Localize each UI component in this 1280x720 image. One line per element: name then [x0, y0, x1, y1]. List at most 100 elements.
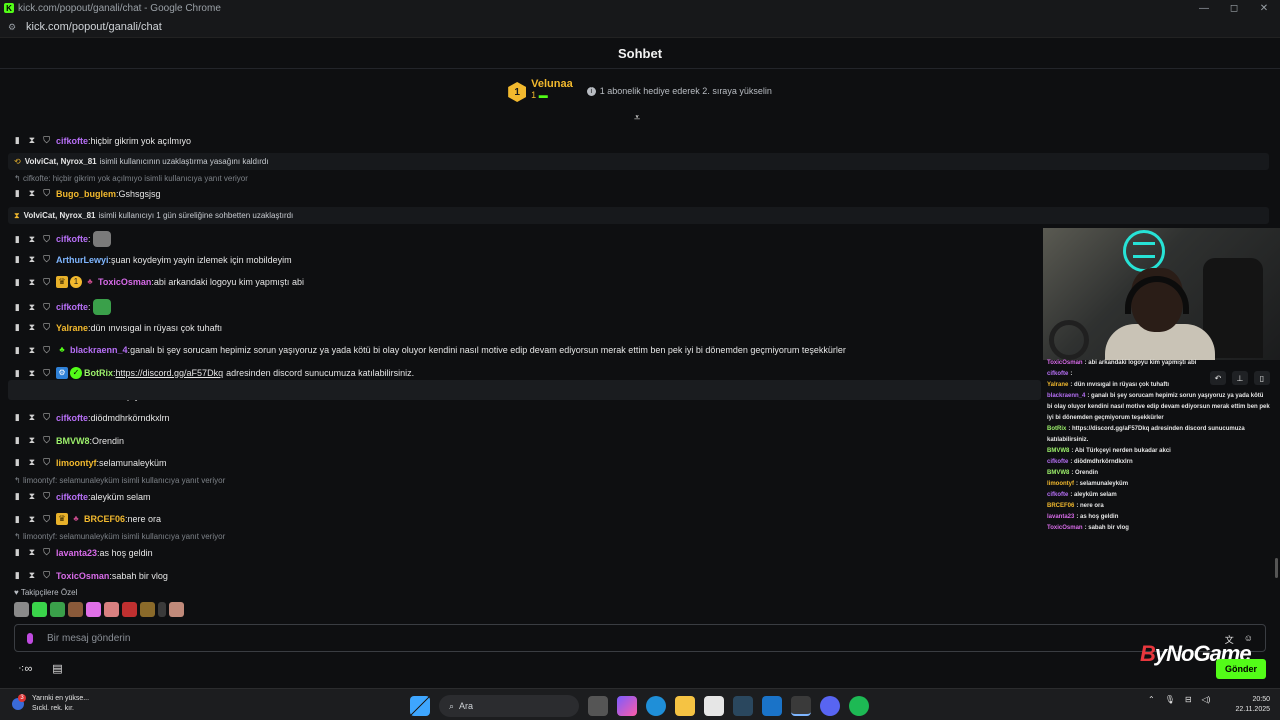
- emote-icon[interactable]: [32, 602, 47, 617]
- chat-message[interactable]: ▮ ⧗ ⛉ cifkofte: hiçbir gikrim yok açılmıyo: [14, 135, 191, 146]
- start-icon[interactable]: [410, 696, 430, 716]
- chat-message[interactable]: ▮ ⧗ ⛉ cifkofte:: [14, 299, 111, 315]
- mic-icon[interactable]: [27, 632, 33, 644]
- emote-bar[interactable]: [14, 602, 184, 617]
- chat-message[interactable]: ▮ ⧗ ⛉ ♣ blackraenn_4: ganalı bi şey sorucam …: [14, 344, 846, 356]
- chat-username[interactable]: cifkofte: [56, 492, 88, 502]
- outlook-icon[interactable]: [762, 696, 782, 716]
- edge-icon[interactable]: [646, 696, 666, 716]
- ban-icon[interactable]: ⛉: [43, 254, 50, 265]
- chat-settings-icon[interactable]: ⁖∞: [18, 662, 32, 675]
- delete-message-icon[interactable]: ▮: [14, 135, 21, 146]
- store-icon[interactable]: ▤: [52, 662, 62, 675]
- delete-message-icon[interactable]: ▮: [14, 302, 21, 313]
- chat-username[interactable]: Yalrane: [56, 323, 88, 333]
- minimize-icon[interactable]: —: [1188, 0, 1220, 16]
- emote-icon[interactable]: [122, 602, 137, 617]
- timeout-icon[interactable]: ⧗: [29, 234, 36, 245]
- chat-username[interactable]: cifkofte: [56, 413, 88, 423]
- delete-message-icon[interactable]: ▮: [14, 322, 21, 333]
- message-input[interactable]: Bir mesaj gönderin 文 ☺: [14, 624, 1266, 652]
- emote-icon[interactable]: [158, 602, 166, 617]
- ban-icon[interactable]: ⛉: [43, 570, 50, 581]
- chat-message[interactable]: ▮ ⧗ ⛉ Yalrane: dün ınvısıgal in rüyası çok …: [14, 322, 222, 333]
- tray-chevron-icon[interactable]: ⌃: [1148, 695, 1155, 704]
- timeout-icon[interactable]: ⧗: [29, 435, 36, 446]
- taskbar-search[interactable]: ⌕ Ara: [439, 695, 579, 717]
- emote-icon[interactable]: [104, 602, 119, 617]
- volume-icon[interactable]: ◁): [1202, 695, 1211, 704]
- chat-username[interactable]: BMVW8: [56, 436, 90, 446]
- chat-message[interactable]: ▮ ⧗ ⛉ ToxicOsman: sabah bir vlog: [14, 570, 168, 581]
- ban-icon[interactable]: ⛉: [43, 547, 50, 558]
- emote-icon[interactable]: [14, 602, 29, 617]
- clock[interactable]: 20:50 22.11.2025: [1228, 695, 1270, 715]
- chat-message[interactable]: ▮ ⧗ ⛉ cifkofte: diödmdhrkörndkxlrn: [14, 412, 170, 423]
- delete-message-icon[interactable]: ▮: [14, 345, 21, 356]
- url-text[interactable]: kick.com/popout/ganali/chat: [26, 21, 162, 33]
- ban-icon[interactable]: ⛉: [43, 514, 50, 525]
- chat-message[interactable]: ▮ ⧗ ⛉ cifkofte: aleyküm selam: [14, 491, 151, 502]
- ban-icon[interactable]: ⛉: [43, 322, 50, 333]
- timeout-icon[interactable]: ⧗: [29, 188, 36, 199]
- reply-context[interactable]: ↰ limoontyf: selamunaleyküm isimli kulla…: [14, 476, 225, 485]
- emote-icon[interactable]: [169, 602, 184, 617]
- maximize-icon[interactable]: ◻: [1218, 0, 1250, 16]
- timeout-icon[interactable]: ⧗: [29, 277, 36, 288]
- emote-icon[interactable]: [68, 602, 83, 617]
- emote-icon[interactable]: [50, 602, 65, 617]
- delete-icon[interactable]: ▯: [1254, 371, 1270, 385]
- ban-icon[interactable]: ⛉: [43, 135, 50, 146]
- close-icon[interactable]: ✕: [1248, 0, 1280, 16]
- address-bar[interactable]: ⚙ kick.com/popout/ganali/chat: [0, 16, 1280, 38]
- delete-message-icon[interactable]: ▮: [14, 277, 21, 288]
- system-actors[interactable]: VolviCat, Nyrox_81: [25, 157, 97, 166]
- ban-icon[interactable]: ⛉: [43, 234, 50, 245]
- delete-message-icon[interactable]: ▮: [14, 234, 21, 245]
- delete-message-icon[interactable]: ▮: [14, 188, 21, 199]
- chat-username[interactable]: limoontyf: [56, 458, 97, 468]
- timeout-icon[interactable]: ⧗: [29, 302, 36, 313]
- chat-link[interactable]: https://discord.gg/aF57Dkq: [116, 368, 224, 378]
- message-placeholder[interactable]: Bir mesaj gönderin: [47, 633, 130, 644]
- pin-icon[interactable]: ⊥: [1232, 371, 1248, 385]
- copilot-icon[interactable]: [617, 696, 637, 716]
- chat-message[interactable]: ▮ ⧗ ⛉ ArthurLewyi: şuan koydeyim yayin izle…: [14, 254, 292, 265]
- network-icon[interactable]: ⊟: [1185, 695, 1192, 704]
- top-gifter-name[interactable]: Velunaa: [531, 78, 573, 90]
- ban-icon[interactable]: ⛉: [43, 491, 50, 502]
- timeout-icon[interactable]: ⧗: [29, 457, 36, 468]
- reply-icon[interactable]: ↶: [1210, 371, 1226, 385]
- chat-username[interactable]: BRCEF06: [84, 514, 125, 524]
- steam-icon[interactable]: [733, 696, 753, 716]
- emote-icon[interactable]: [86, 602, 101, 617]
- ban-icon[interactable]: ⛉: [43, 435, 50, 446]
- timeout-icon[interactable]: ⧗: [29, 547, 36, 558]
- delete-message-icon[interactable]: ▮: [14, 368, 21, 379]
- chat-message[interactable]: ▮ ⧗ ⛉ lavanta23: as hoş geldin: [14, 547, 153, 558]
- chat-message[interactable]: ▮ ⧗ ⛉ cifkofte:: [14, 231, 111, 247]
- site-info-icon[interactable]: ⚙: [8, 22, 20, 32]
- chat-message[interactable]: ▮ ⧗ ⛉ Bugo_buglem: Gshsgsjsg: [14, 188, 161, 199]
- scrollbar[interactable]: [1275, 558, 1278, 578]
- timeout-icon[interactable]: ⧗: [29, 570, 36, 581]
- chat-username[interactable]: lavanta23: [56, 548, 97, 558]
- timeout-icon[interactable]: ⧗: [29, 254, 36, 265]
- chat-username[interactable]: cifkofte: [56, 302, 88, 312]
- weather-widget[interactable]: Yarınki en yükse... Sıckl. rek. kır.: [12, 694, 89, 714]
- task-view-icon[interactable]: [588, 696, 608, 716]
- chat-message[interactable]: ▮ ⧗ ⛉ ♛ 1 ♣ ToxicOsman: abi arkandaki logoyu k…: [14, 276, 304, 288]
- chrome-icon[interactable]: [791, 696, 811, 716]
- delete-message-icon[interactable]: ▮: [14, 457, 21, 468]
- file-explorer-icon[interactable]: [675, 696, 695, 716]
- microphone-icon[interactable]: 🎙: [1165, 695, 1175, 704]
- emote-icon[interactable]: [140, 602, 155, 617]
- discord-icon[interactable]: [820, 696, 840, 716]
- ban-icon[interactable]: ⛉: [43, 188, 50, 199]
- top-gifter-user[interactable]: Velunaa 1 ▬: [531, 78, 573, 100]
- delete-message-icon[interactable]: ▮: [14, 491, 21, 502]
- chat-message[interactable]: ▮ ⧗ ⛉ ♛ ♣ BRCEF06: nere ora: [14, 513, 161, 525]
- delete-message-icon[interactable]: ▮: [14, 570, 21, 581]
- send-button[interactable]: Gönder: [1216, 659, 1266, 679]
- chat-username[interactable]: Bugo_buglem: [56, 189, 116, 199]
